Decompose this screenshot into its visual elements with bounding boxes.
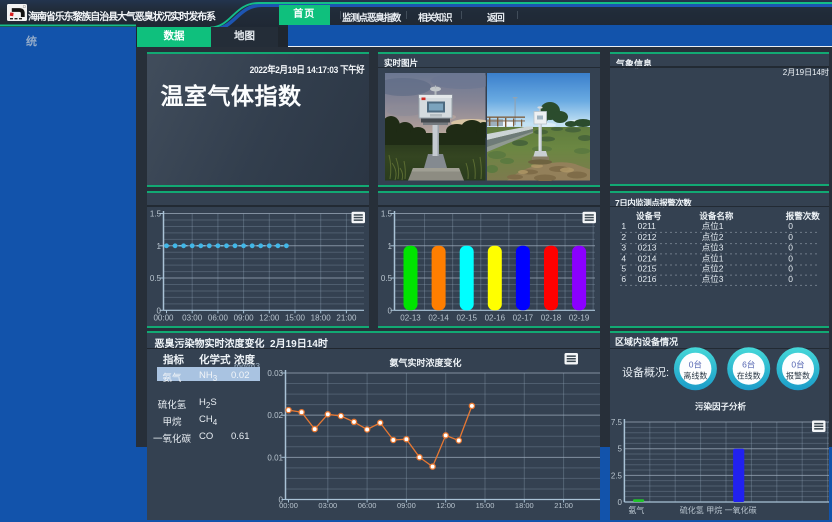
svg-text:0台: 0台	[791, 360, 804, 370]
svg-text:甲烷: 甲烷	[706, 505, 722, 515]
svg-text:0: 0	[788, 232, 793, 242]
svg-text:点位1: 点位1	[702, 253, 724, 263]
svg-text:00:00: 00:00	[153, 313, 174, 322]
svg-text:污染因子分析: 污染因子分析	[695, 402, 747, 412]
svg-text:0: 0	[788, 274, 793, 284]
svg-text:0台: 0台	[689, 360, 702, 370]
svg-text:在线数: 在线数	[737, 371, 761, 381]
svg-text:0214: 0214	[638, 253, 657, 263]
svg-text:02-16: 02-16	[485, 313, 506, 322]
svg-text:02-15: 02-15	[456, 313, 477, 322]
svg-text:02-19: 02-19	[569, 313, 590, 322]
svg-text:1: 1	[388, 241, 393, 250]
svg-text:12:00: 12:00	[259, 313, 280, 322]
svg-text:4: 4	[621, 253, 626, 263]
svg-text:6台: 6台	[742, 360, 755, 370]
svg-text:15:00: 15:00	[284, 313, 305, 322]
svg-text:点位2: 点位2	[702, 263, 724, 273]
svg-text:0.02: 0.02	[267, 411, 283, 420]
svg-text:0: 0	[788, 253, 793, 263]
svg-text:设备号: 设备号	[636, 211, 662, 221]
svg-text:06:00: 06:00	[207, 313, 228, 322]
svg-text:0: 0	[788, 263, 793, 273]
svg-text:09:00: 09:00	[233, 313, 254, 322]
svg-text:点位1: 点位1	[702, 221, 724, 231]
svg-text:0216: 0216	[638, 274, 657, 284]
svg-text:6: 6	[621, 274, 626, 284]
svg-text:点位3: 点位3	[702, 242, 724, 252]
svg-text:报警次数: 报警次数	[786, 211, 821, 221]
svg-text:0.01: 0.01	[267, 453, 283, 462]
svg-text:2: 2	[621, 232, 626, 242]
svg-text:1: 1	[156, 241, 161, 250]
svg-text:1: 1	[621, 221, 626, 231]
svg-text:0215: 0215	[638, 263, 657, 273]
svg-text:一氧化碳: 一氧化碳	[725, 505, 757, 515]
svg-text:7.5: 7.5	[611, 418, 623, 427]
svg-text:5: 5	[618, 445, 623, 454]
svg-text:0212: 0212	[638, 232, 657, 242]
svg-text:02-18: 02-18	[541, 313, 562, 322]
svg-text:0: 0	[788, 242, 793, 252]
svg-text:02-14: 02-14	[428, 313, 449, 322]
svg-text:点位3: 点位3	[702, 274, 724, 284]
svg-text:氨气: 氨气	[628, 505, 644, 515]
svg-text:03:00: 03:00	[182, 313, 203, 322]
svg-text:3: 3	[621, 242, 626, 252]
svg-text:02-17: 02-17	[513, 313, 534, 322]
svg-text:离线数: 离线数	[683, 371, 707, 381]
svg-text:点位2: 点位2	[702, 232, 724, 242]
svg-text:02-13: 02-13	[400, 313, 421, 322]
svg-text:0: 0	[788, 221, 793, 231]
svg-text:设备名称: 设备名称	[699, 211, 734, 221]
svg-text:5: 5	[621, 263, 626, 273]
svg-text:0213: 0213	[638, 242, 657, 252]
svg-text:0: 0	[618, 498, 623, 507]
svg-text:硫化氢: 硫化氢	[680, 505, 704, 515]
svg-text:0.03: 0.03	[267, 369, 283, 378]
svg-text:21:00: 21:00	[336, 313, 357, 322]
svg-text:2.5: 2.5	[611, 471, 623, 480]
svg-text:18:00: 18:00	[310, 313, 331, 322]
svg-text:报警数: 报警数	[786, 371, 810, 381]
svg-text:0211: 0211	[638, 221, 657, 231]
